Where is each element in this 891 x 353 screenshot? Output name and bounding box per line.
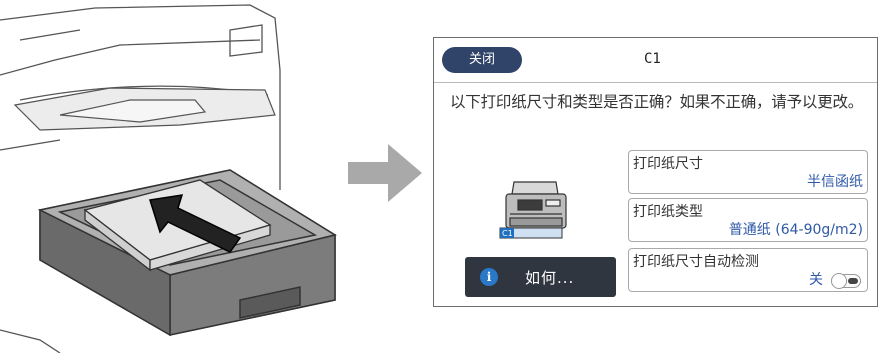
toggle-track xyxy=(848,278,858,284)
arrow-right-icon xyxy=(348,144,422,202)
control-panel-screen: 关闭 C1 以下打印纸尺寸和类型是否正确？如果不正确，请予以更改。 C1 打印纸… xyxy=(433,37,878,307)
auto-detect-toggle[interactable] xyxy=(831,273,861,289)
setting-label: 打印纸尺寸自动检测 xyxy=(633,254,759,270)
confirmation-message: 以下打印纸尺寸和类型是否正确？如果不正确，请予以更改。 xyxy=(450,93,864,111)
setting-value: 关 xyxy=(809,272,823,288)
setting-label: 打印纸类型 xyxy=(633,204,703,220)
setting-label: 打印纸尺寸 xyxy=(633,156,703,172)
setting-paper-size[interactable]: 打印纸尺寸 半信函纸 xyxy=(628,150,868,194)
tray-badge: C1 xyxy=(502,229,513,238)
printer-icon: C1 xyxy=(499,181,567,239)
setting-auto-detect[interactable]: 打印纸尺寸自动检测 关 xyxy=(628,248,868,292)
panel-header: 关闭 C1 xyxy=(434,38,877,83)
toggle-knob xyxy=(831,273,847,289)
how-to-button[interactable]: i 如何... xyxy=(465,257,616,297)
setting-value: 半信函纸 xyxy=(807,174,863,190)
setting-value: 普通纸 (64-90g/m2) xyxy=(728,222,863,238)
how-to-label: 如何... xyxy=(525,269,575,287)
setting-paper-type[interactable]: 打印纸类型 普通纸 (64-90g/m2) xyxy=(628,198,868,242)
info-icon: i xyxy=(480,268,498,286)
close-button[interactable]: 关闭 xyxy=(442,47,522,73)
paper-cassette-illustration xyxy=(0,4,337,353)
panel-title: C1 xyxy=(644,51,661,67)
